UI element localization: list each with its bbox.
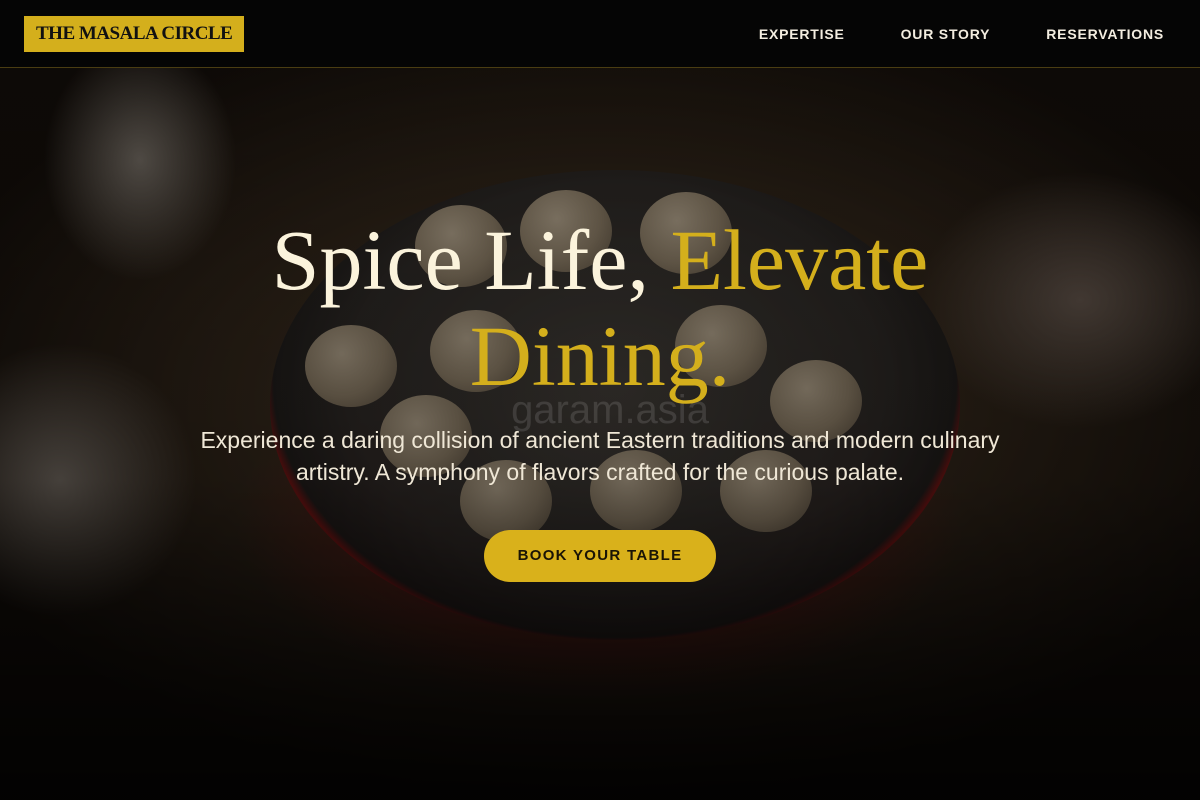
- nav-links: EXPERTISE OUR STORY RESERVATIONS: [759, 0, 1164, 68]
- hero-section: Spice Life, Elevate Dining. Experience a…: [0, 212, 1200, 582]
- book-table-button[interactable]: BOOK YOUR TABLE: [484, 530, 716, 582]
- landing-page: garam.asia THE MASALA CIRCLE EXPERTISE O…: [0, 0, 1200, 800]
- hero-title-accent-1: Elevate: [670, 212, 929, 308]
- brand-logo[interactable]: THE MASALA CIRCLE: [24, 16, 245, 52]
- hero-title-accent-2: Dining.: [469, 308, 731, 404]
- nav-link-reservations[interactable]: RESERVATIONS: [1046, 26, 1164, 42]
- hero-title: Spice Life, Elevate Dining.: [0, 212, 1200, 404]
- nav-link-expertise[interactable]: EXPERTISE: [759, 26, 845, 42]
- hero-title-plain: Spice Life,: [271, 212, 671, 308]
- hero-subtitle: Experience a daring collision of ancient…: [200, 427, 1000, 485]
- top-navigation: THE MASALA CIRCLE EXPERTISE OUR STORY RE…: [0, 0, 1200, 68]
- nav-link-our-story[interactable]: OUR STORY: [901, 26, 991, 42]
